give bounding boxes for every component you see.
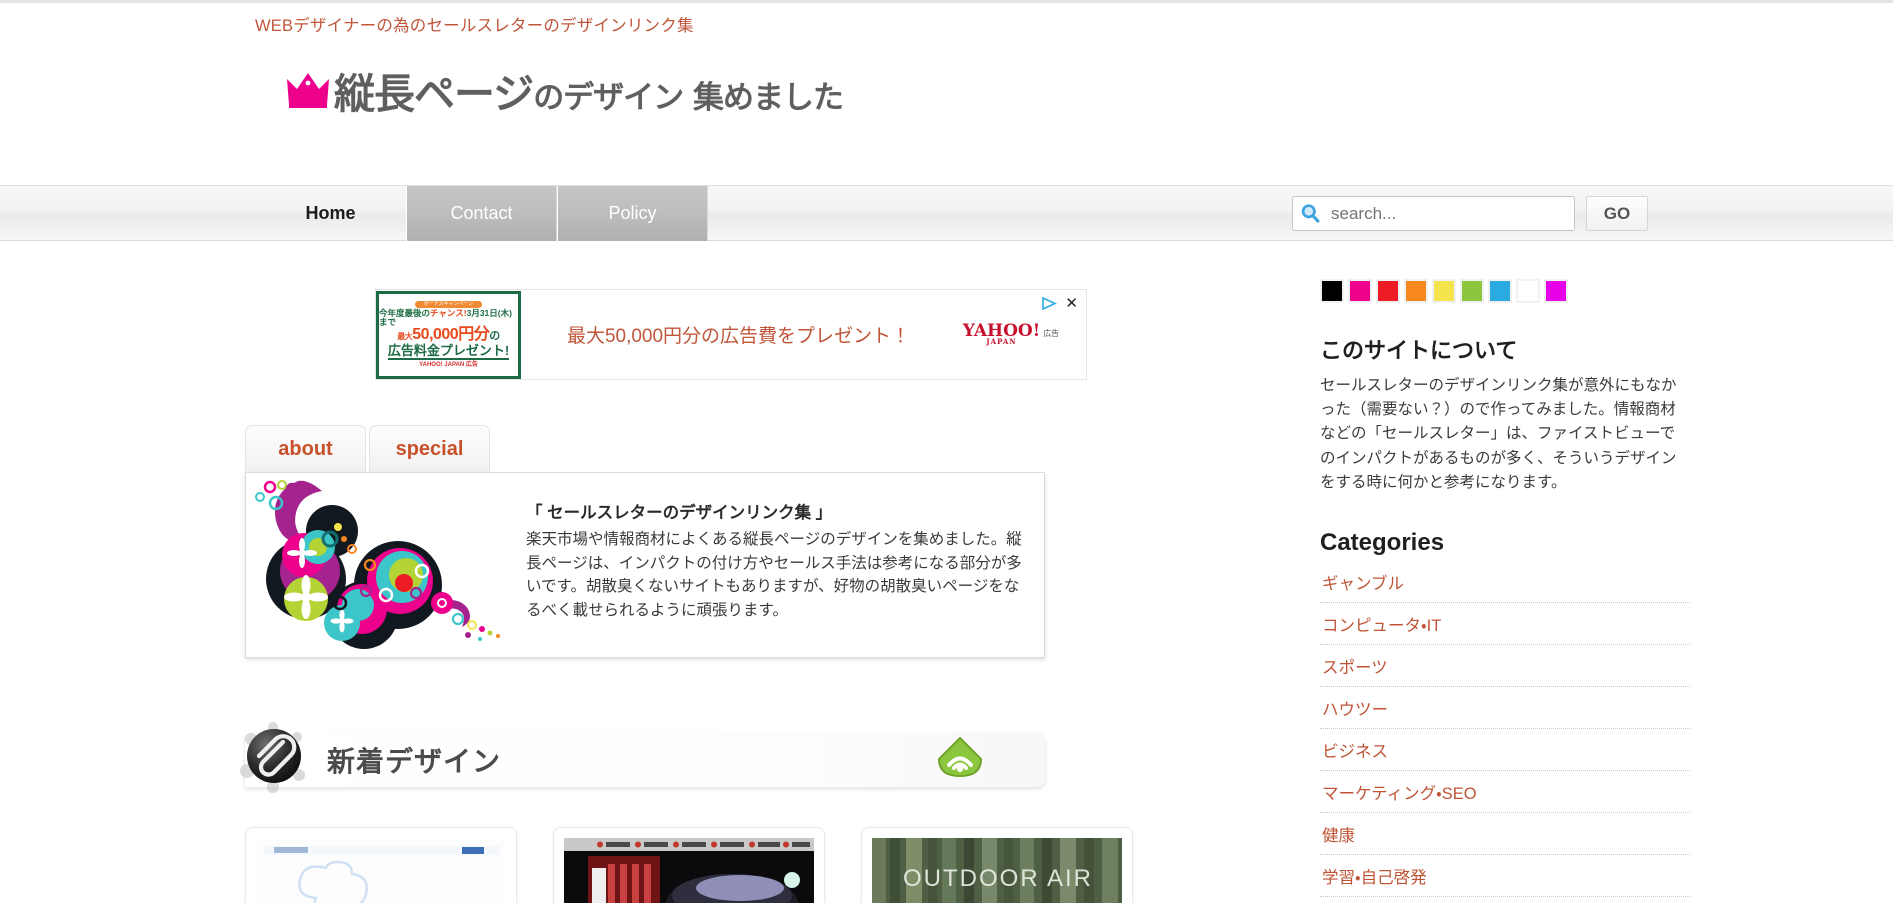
about-site-body: セールスレターのデザインリンク集が意外にもなかった（需要ない？）ので作ってみまし… xyxy=(1320,377,1677,491)
intro-title: 「 セールスレターのデザインリンク集 」 xyxy=(526,504,833,522)
ad-line-2: 最大50,000円分の xyxy=(397,326,500,344)
category-item-marketing[interactable]: マーケティング・SEO xyxy=(1320,771,1690,813)
paperclip-badge-icon xyxy=(240,722,305,793)
thumbnail-image-1 xyxy=(256,838,506,903)
intro-body: 楽天市場や情報商材によくある縦長ページのデザインを集めました。縦長ページは、イン… xyxy=(526,531,1022,619)
ad-brand: YAHOO! JAPAN 広告 xyxy=(936,322,1086,346)
thumbnail-image-3: OUTDOOR AIR xyxy=(872,838,1122,903)
site-tagline: WEBデザイナーの為のセールスレターのデザインリンク集 xyxy=(255,17,694,35)
swatch-green[interactable] xyxy=(1460,279,1484,303)
nav-item-home[interactable]: Home xyxy=(255,186,406,241)
tab-special[interactable]: special xyxy=(369,425,490,472)
ad-controls: ✕ xyxy=(1042,296,1078,311)
ad-line2-post: の xyxy=(489,330,500,343)
category-item-learning[interactable]: 学習・自己啓発 xyxy=(1320,855,1690,897)
ad-brand-label: 広告 xyxy=(1043,328,1060,338)
new-designs-title: 新着デザイン xyxy=(327,745,502,778)
nav-item-policy[interactable]: Policy xyxy=(557,186,708,241)
ad-line2-pre: 最大 xyxy=(397,332,413,342)
advertisement-banner[interactable]: ボーナスキャンペーン 今年度最後のチャンス!3月31日(木)まで 最大50,00… xyxy=(375,289,1087,380)
svg-text:OUTDOOR AIR: OUTDOOR AIR xyxy=(903,865,1093,892)
new-designs-section-header: 新着デザイン xyxy=(240,722,1045,793)
search-box[interactable] xyxy=(1292,196,1575,231)
category-item-business[interactable]: ビジネス xyxy=(1320,729,1690,771)
swatch-orange[interactable] xyxy=(1404,279,1428,303)
category-item-gamble[interactable]: ギャンブル xyxy=(1320,567,1690,603)
category-item-health[interactable]: 健康 xyxy=(1320,813,1690,855)
color-swatch-row xyxy=(1320,279,1690,303)
ad-line-1: 今年度最後のチャンス!3月31日(木)まで xyxy=(379,309,518,327)
category-item-computer[interactable]: コンピュータ・IT xyxy=(1320,603,1690,645)
ad-thumb-brand: YAHOO! JAPAN 広告 xyxy=(419,361,478,368)
swatch-black[interactable] xyxy=(1320,279,1344,303)
nav-item-contact[interactable]: Contact xyxy=(406,186,557,241)
search-icon xyxy=(1301,204,1320,223)
tab-about[interactable]: about xyxy=(245,425,366,472)
search-area: GO xyxy=(1292,196,1648,231)
about-site-heading: このサイトについて xyxy=(1320,338,1518,363)
primary-navigation-bar: Home Contact Policy GO xyxy=(0,186,1893,241)
intro-text: 「 セールスレターのデザインリンク集 」 楽天市場や情報商材によくある縦長ページ… xyxy=(508,473,1044,657)
swatch-pink[interactable] xyxy=(1348,279,1372,303)
ad-line-3: 広告料金プレゼント! xyxy=(387,342,510,360)
decorative-floral-graphic xyxy=(246,473,508,657)
page-root: WEBデザイナーの為のセールスレターのデザインリンク集 縦長ページのデザイン 集… xyxy=(0,0,1893,903)
sidebar: このサイトについて セールスレターのデザインリンク集が意外にもなかった（需要ない… xyxy=(1320,241,1690,903)
swatch-red[interactable] xyxy=(1376,279,1400,303)
crown-icon xyxy=(287,73,329,108)
ad-thumbnail[interactable]: ボーナスキャンペーン 今年度最後のチャンス!3月31日(木)まで 最大50,00… xyxy=(376,290,521,379)
logo-main: 縦長ページ xyxy=(334,70,534,118)
ad-headline: 最大50,000円分の広告費をプレゼント！ xyxy=(566,326,911,347)
ad-line1-emphasis: チャンス! xyxy=(430,308,467,319)
new-designs-card-row: OUTDOOR AIR xyxy=(245,827,1275,903)
ad-close-icon[interactable]: ✕ xyxy=(1065,296,1078,311)
main-column: ボーナスキャンペーン 今年度最後のチャンス!3月31日(木)まで 最大50,00… xyxy=(240,241,1275,903)
site-logo[interactable]: 縦長ページのデザイン 集めました xyxy=(286,71,844,116)
content-area: ボーナスキャンペーン 今年度最後のチャンス!3月31日(木)まで 最大50,00… xyxy=(0,241,1893,903)
rss-feed-icon[interactable] xyxy=(937,735,983,779)
logo-sub2: 集めました xyxy=(683,80,844,116)
yahoo-logo: YAHOO! JAPAN xyxy=(963,322,1040,346)
categories-heading: Categories xyxy=(1320,528,1445,556)
thumbnail-card-3[interactable]: OUTDOOR AIR xyxy=(861,827,1133,903)
logo-sub1: のデザイン xyxy=(533,80,684,116)
thumbnail-card-2[interactable] xyxy=(553,827,825,903)
intro-panel: 「 セールスレターのデザインリンク集 」 楽天市場や情報商材によくある縦長ページ… xyxy=(245,472,1045,658)
category-item-howto[interactable]: ハウツー xyxy=(1320,687,1690,729)
thumbnail-card-1[interactable] xyxy=(245,827,517,903)
thumbnail-image-2 xyxy=(564,838,814,903)
site-header: WEBデザイナーの為のセールスレターのデザインリンク集 縦長ページのデザイン 集… xyxy=(0,3,1893,186)
ad-amount: 50,000円分 xyxy=(412,326,490,344)
nav-list: Home Contact Policy xyxy=(255,186,708,241)
search-input[interactable] xyxy=(1321,202,1551,225)
swatch-yellow[interactable] xyxy=(1432,279,1456,303)
swatch-blue[interactable] xyxy=(1488,279,1512,303)
site-logo-text: 縦長ページのデザイン 集めました xyxy=(334,74,844,116)
swatch-magenta[interactable] xyxy=(1544,279,1568,303)
category-item-sports[interactable]: スポーツ xyxy=(1320,645,1690,687)
content-tab-strip: about special xyxy=(245,425,1275,472)
search-go-button[interactable]: GO xyxy=(1586,196,1648,231)
adchoices-icon[interactable] xyxy=(1042,297,1058,310)
categories-list: ギャンブル コンピュータ・IT スポーツ ハウツー ビジネス マーケティング・S… xyxy=(1320,567,1690,897)
swatch-white[interactable] xyxy=(1516,279,1540,303)
ad-ribbon: ボーナスキャンペーン xyxy=(414,301,483,309)
